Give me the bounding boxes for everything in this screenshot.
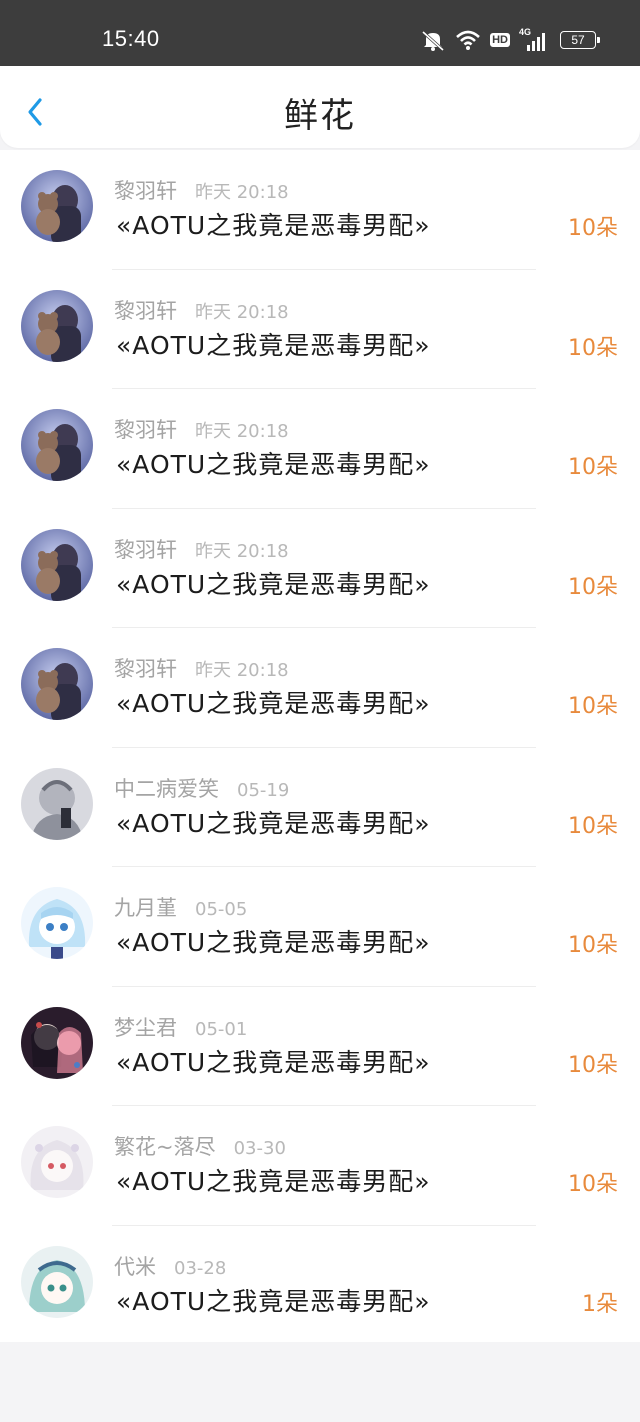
list-item[interactable]: 繁花~落尽 03-30 «AOTU之我竟是恶毒男配» 10朵 [0, 1106, 640, 1226]
list-item[interactable]: 黎羽轩 昨天 20:18 «AOTU之我竟是恶毒男配» 10朵 [0, 270, 640, 389]
item-meta: 黎羽轩 昨天 20:18 [114, 653, 289, 683]
timestamp: 昨天 20:18 [195, 301, 289, 323]
timestamp: 昨天 20:18 [195, 660, 289, 681]
wifi-icon [455, 29, 481, 51]
timestamp: 昨天 20:18 [195, 182, 289, 203]
item-meta: 九月堇 05-05 [114, 892, 247, 922]
avatar[interactable] [21, 1006, 93, 1079]
book-title: «AOTU之我竟是恶毒男配» [116, 1167, 431, 1196]
page-title: 鲜花 [284, 96, 356, 136]
flower-count: 10朵 [568, 335, 618, 361]
user-name[interactable]: 繁花~落尽 [114, 1135, 216, 1159]
list-item[interactable]: 中二病爱笑 05-19 «AOTU之我竟是恶毒男配» 10朵 [0, 748, 640, 867]
avatar[interactable] [21, 289, 93, 362]
book-title: «AOTU之我竟是恶毒男配» [116, 808, 431, 838]
avatar[interactable] [21, 528, 93, 601]
list-item[interactable]: 九月堇 05-05 «AOTU之我竟是恶毒男配» 10朵 [0, 867, 640, 987]
user-name[interactable]: 梦尘君 [114, 1016, 177, 1040]
book-title: «AOTU之我竟是恶毒男配» [116, 689, 431, 718]
list-item[interactable]: 黎羽轩 昨天 20:18 «AOTU之我竟是恶毒男配» 10朵 [0, 628, 640, 748]
book-title: «AOTU之我竟是恶毒男配» [116, 330, 431, 360]
user-name[interactable]: 黎羽轩 [114, 179, 177, 203]
user-name[interactable]: 黎羽轩 [114, 418, 177, 442]
avatar[interactable] [21, 409, 93, 481]
book-title: «AOTU之我竟是恶毒男配» [116, 1047, 431, 1077]
avatar[interactable] [21, 887, 93, 959]
book-title: «AOTU之我竟是恶毒男配» [116, 450, 431, 479]
battery-icon: 57 [560, 31, 600, 49]
timestamp: 05-05 [195, 899, 248, 920]
book-title: «AOTU之我竟是恶毒男配» [116, 1286, 431, 1316]
item-meta: 黎羽轩 昨天 20:18 [114, 295, 289, 325]
hd-icon: HD [490, 33, 510, 47]
timestamp: 昨天 20:18 [195, 421, 289, 442]
mute-icon [420, 29, 446, 51]
timestamp: 昨天 20:18 [195, 540, 289, 562]
flower-count: 10朵 [568, 1172, 618, 1197]
book-title: «AOTU之我竟是恶毒男配» [116, 211, 431, 240]
avatar[interactable] [21, 648, 93, 720]
avatar[interactable] [21, 1245, 93, 1318]
list-item[interactable]: 梦尘君 05-01 «AOTU之我竟是恶毒男配» 10朵 [0, 987, 640, 1106]
item-meta: 梦尘君 05-01 [114, 1012, 247, 1042]
flower-count: 10朵 [568, 1052, 618, 1078]
status-time: 15:40 [102, 26, 160, 51]
user-name[interactable]: 黎羽轩 [114, 299, 177, 323]
book-title: «AOTU之我竟是恶毒男配» [116, 928, 431, 957]
flower-count: 1朵 [582, 1291, 618, 1317]
avatar[interactable] [21, 170, 93, 242]
flower-list: 黎羽轩 昨天 20:18 «AOTU之我竟是恶毒男配» 10朵 黎羽轩 昨天 20:18 «… [0, 150, 640, 1342]
timestamp: 03-30 [233, 1138, 286, 1159]
user-name[interactable]: 中二病爱笑 [114, 777, 219, 801]
item-meta: 黎羽轩 昨天 20:18 [114, 175, 289, 205]
status-bar: 15:40 HD 4G 57 [0, 0, 640, 66]
timestamp: 05-19 [237, 779, 290, 801]
user-name[interactable]: 黎羽轩 [114, 657, 177, 681]
item-meta: 代米 03-28 [114, 1251, 226, 1281]
timestamp: 05-01 [195, 1018, 248, 1040]
flower-count: 10朵 [568, 216, 618, 241]
flower-count: 10朵 [568, 694, 618, 719]
header: 鲜花 [0, 66, 640, 148]
signal-icon: 4G [519, 27, 547, 51]
avatar[interactable] [21, 1126, 93, 1198]
flower-count: 10朵 [568, 933, 618, 958]
flower-count: 10朵 [568, 455, 618, 480]
item-meta: 黎羽轩 昨天 20:18 [114, 414, 289, 444]
list-item[interactable]: 代米 03-28 «AOTU之我竟是恶毒男配» 1朵 [0, 1226, 640, 1346]
item-meta: 繁花~落尽 03-30 [114, 1131, 286, 1161]
user-name[interactable]: 九月堇 [114, 896, 177, 920]
user-name[interactable]: 代米 [114, 1255, 156, 1279]
item-meta: 中二病爱笑 05-19 [114, 773, 289, 803]
list-item[interactable]: 黎羽轩 昨天 20:18 «AOTU之我竟是恶毒男配» 10朵 [0, 509, 640, 628]
book-title: «AOTU之我竟是恶毒男配» [116, 569, 431, 599]
user-name[interactable]: 黎羽轩 [114, 538, 177, 562]
flower-count: 10朵 [568, 813, 618, 839]
item-meta: 黎羽轩 昨天 20:18 [114, 534, 289, 564]
avatar[interactable] [21, 767, 93, 840]
list-item[interactable]: 黎羽轩 昨天 20:18 «AOTU之我竟是恶毒男配» 10朵 [0, 389, 640, 509]
status-icons: HD 4G 57 [420, 27, 600, 52]
timestamp: 03-28 [174, 1257, 227, 1279]
list-item[interactable]: 黎羽轩 昨天 20:18 «AOTU之我竟是恶毒男配» 10朵 [0, 150, 640, 270]
flower-count: 10朵 [568, 574, 618, 600]
